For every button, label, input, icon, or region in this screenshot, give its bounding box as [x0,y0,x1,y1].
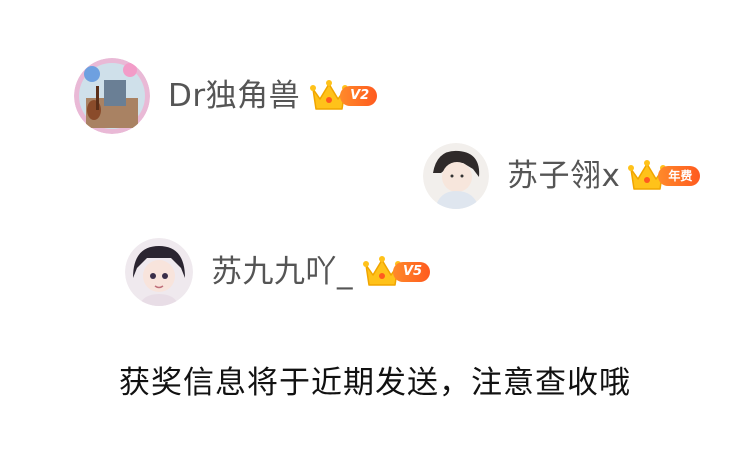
winner-username: Dr独角兽 [168,77,301,114]
vip-badge: V2 [310,79,378,113]
vip-badge: 年费 [628,159,701,193]
user-avatar-image [74,58,150,134]
user-avatar-image [423,143,489,209]
user-avatar-image [125,238,193,306]
winner-entry-3: 苏九九吖_ V5 [125,238,431,306]
prize-notice: 获奖信息将于近期发送，注意查收哦 [119,365,631,401]
winner-entry-1: Dr独角兽 V2 [74,58,378,134]
avatar[interactable] [423,143,489,209]
winner-entry-2: 苏子翎x 年费 [423,143,701,209]
winner-username: 苏子翎x [507,157,621,194]
winner-username: 苏九九吖_ [211,253,353,290]
vip-level-badge: 年费 [658,166,701,186]
avatar[interactable] [125,238,193,306]
vip-level-badge: V5 [393,262,431,282]
avatar[interactable] [74,58,150,134]
vip-level-badge: V2 [340,86,378,106]
vip-badge: V5 [363,255,431,289]
